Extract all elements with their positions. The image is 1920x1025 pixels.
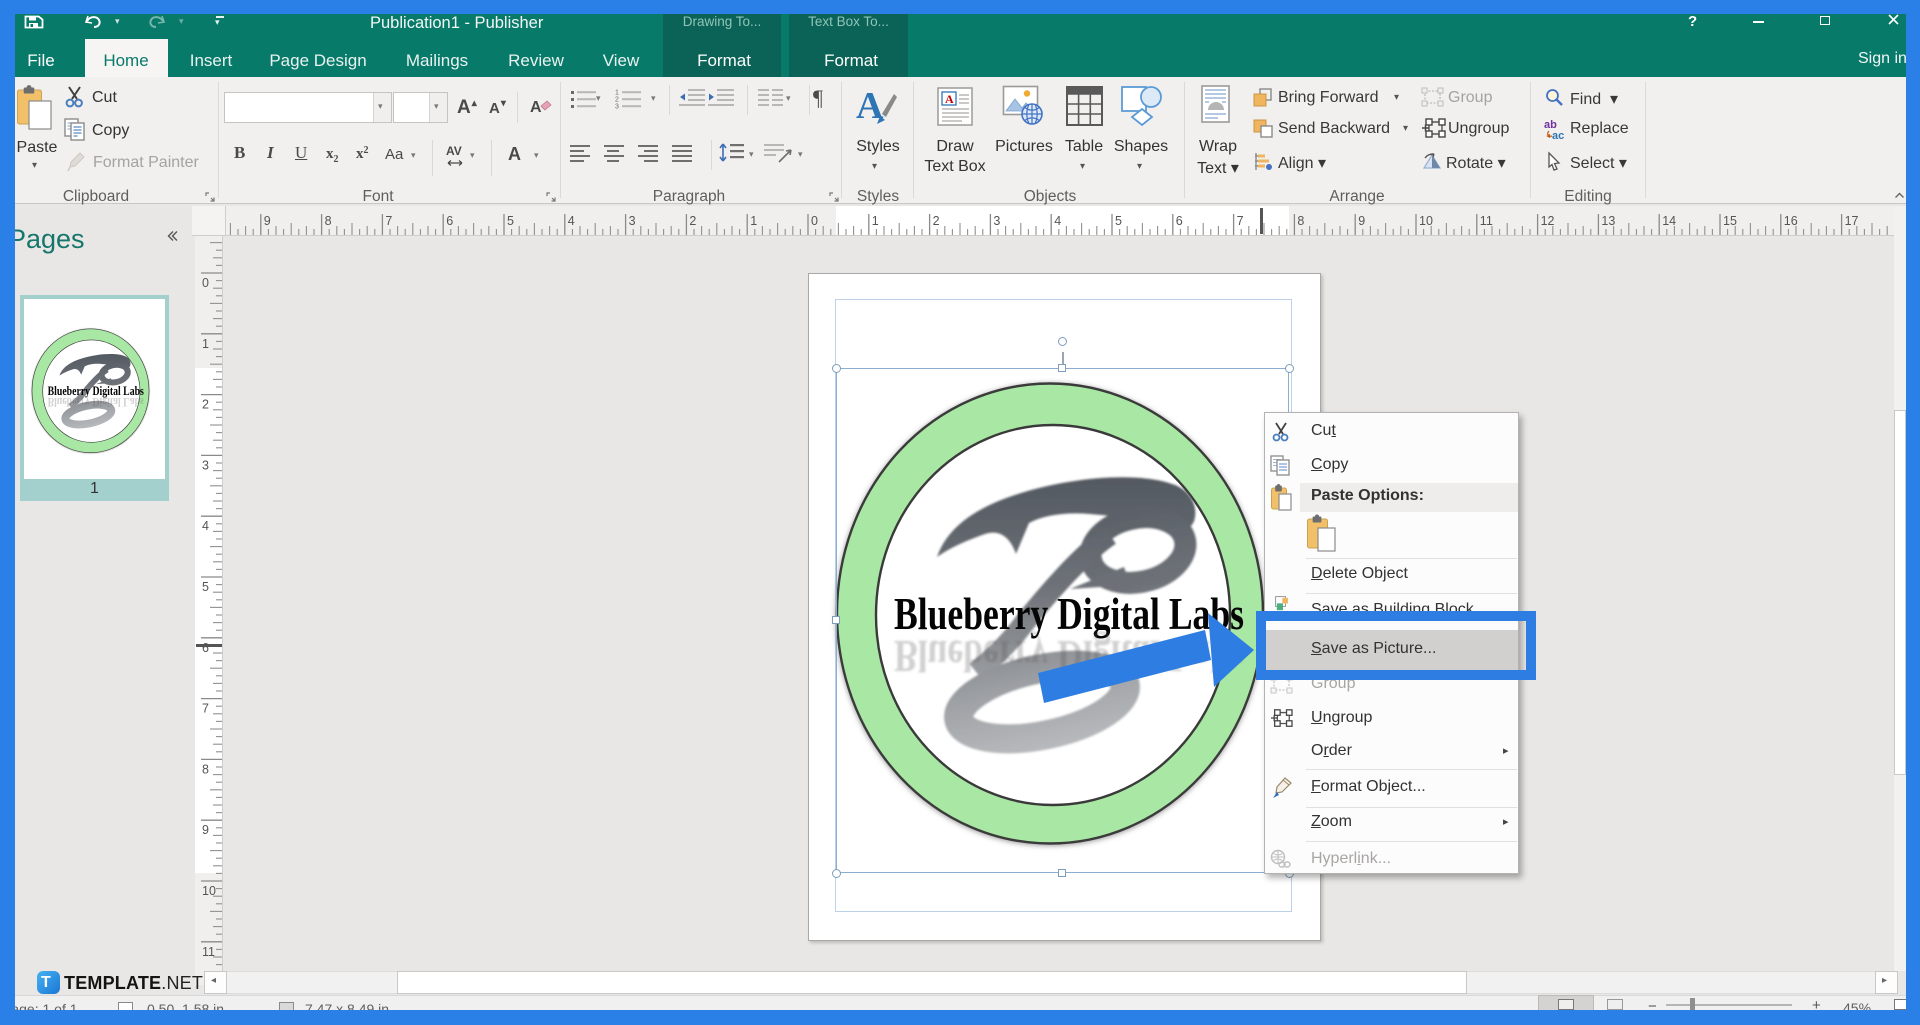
svg-text:2: 2 <box>933 214 940 228</box>
svg-text:9: 9 <box>1358 214 1365 228</box>
svg-text:3: 3 <box>615 104 619 111</box>
svg-text:8: 8 <box>325 214 332 228</box>
svg-text:4: 4 <box>568 214 575 228</box>
svg-text:A: A <box>530 99 542 116</box>
svg-text:5: 5 <box>507 214 514 228</box>
svg-text:14: 14 <box>1662 214 1676 228</box>
svg-text:11: 11 <box>1480 214 1493 228</box>
svg-text:1: 1 <box>750 214 757 228</box>
svg-text:5: 5 <box>1115 214 1122 228</box>
svg-text:3: 3 <box>202 458 209 472</box>
svg-text:10: 10 <box>1419 214 1433 228</box>
svg-text:17: 17 <box>1845 214 1859 228</box>
svg-text:16: 16 <box>1784 214 1798 228</box>
svg-text:4: 4 <box>202 519 209 533</box>
svg-text:0: 0 <box>202 276 209 290</box>
svg-text:7: 7 <box>1237 214 1244 228</box>
svg-text:4: 4 <box>1054 214 1061 228</box>
svg-text:6: 6 <box>202 641 209 655</box>
svg-text:6: 6 <box>446 214 453 228</box>
svg-text:ac: ac <box>1552 130 1564 142</box>
svg-text:2: 2 <box>689 214 696 228</box>
svg-text:A: A <box>945 92 954 106</box>
svg-text:7: 7 <box>202 702 209 716</box>
svg-text:AV: AV <box>446 144 462 158</box>
svg-text:1: 1 <box>202 337 209 351</box>
svg-text:6: 6 <box>1176 214 1183 228</box>
svg-text:1: 1 <box>872 214 879 228</box>
svg-text:1: 1 <box>615 90 619 97</box>
svg-text:2: 2 <box>615 97 619 104</box>
svg-text:15: 15 <box>1723 214 1737 228</box>
svg-text:13: 13 <box>1601 214 1615 228</box>
svg-text:2: 2 <box>202 398 209 412</box>
svg-text:12: 12 <box>1541 214 1555 228</box>
svg-text:0: 0 <box>811 214 818 228</box>
svg-text:3: 3 <box>993 214 1000 228</box>
svg-text:8: 8 <box>202 762 209 776</box>
svg-text:9: 9 <box>202 823 209 837</box>
svg-text:9: 9 <box>264 214 271 228</box>
svg-text:8: 8 <box>1297 214 1304 228</box>
svg-text:3: 3 <box>629 214 636 228</box>
svg-text:5: 5 <box>202 580 209 594</box>
svg-text:Blueberry Digital Labs: Blueberry Digital Labs <box>48 395 144 409</box>
svg-text:7: 7 <box>385 214 392 228</box>
